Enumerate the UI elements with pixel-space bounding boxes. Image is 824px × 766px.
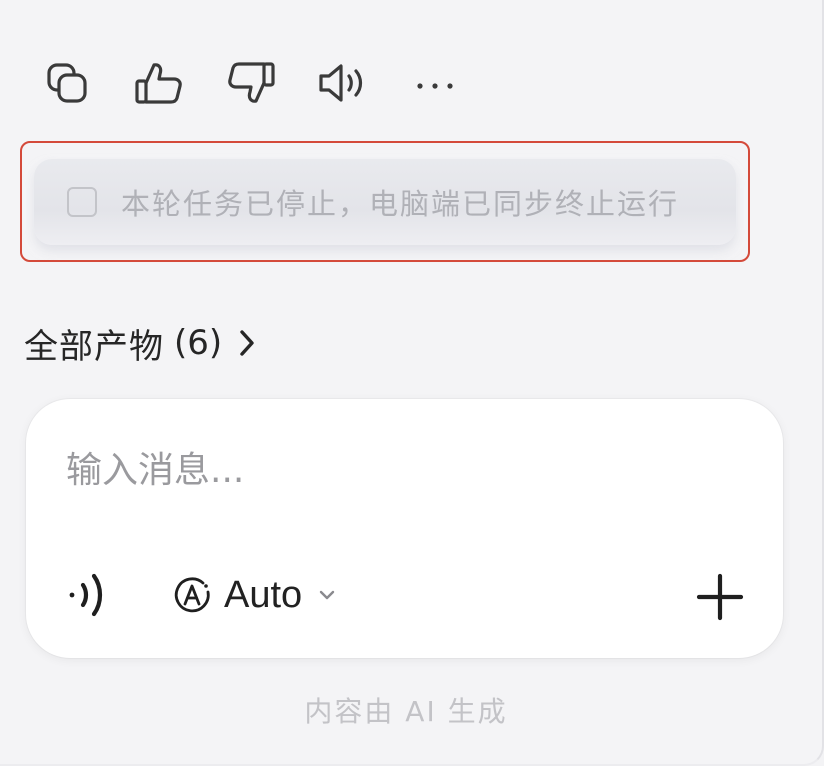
model-mode-selector[interactable]: Auto (172, 569, 336, 621)
chevron-down-icon (318, 589, 336, 601)
message-input[interactable] (66, 441, 726, 499)
add-attachment-button[interactable] (692, 569, 748, 625)
voice-wave-icon (69, 573, 103, 617)
read-aloud-button[interactable] (316, 56, 370, 110)
all-artifacts-link[interactable]: 全部产物 (6) (24, 318, 256, 368)
thumbs-down-icon (228, 62, 275, 103)
message-composer: Auto (26, 399, 783, 658)
like-button[interactable] (132, 56, 186, 110)
stop-square-icon (67, 187, 97, 217)
voice-input-button[interactable] (62, 569, 114, 621)
message-actions (40, 56, 500, 110)
plus-icon (696, 573, 744, 621)
artifacts-count: (6) (174, 323, 223, 363)
thumbs-up-icon (135, 63, 182, 104)
auto-mode-icon (174, 577, 210, 613)
task-status-banner: 本轮任务已停止，电脑端已同步终止运行 (34, 159, 736, 245)
copy-button[interactable] (40, 56, 94, 110)
dislike-button[interactable] (224, 56, 278, 110)
chat-panel: 本轮任务已停止，电脑端已同步终止运行 全部产物 (6) 输入消息... Auto… (0, 0, 824, 766)
ai-generated-disclaimer: 内容由 AI 生成 (304, 695, 508, 728)
chevron-right-icon (238, 328, 256, 358)
mode-label: Auto (224, 573, 303, 616)
task-status-text: 本轮任务已停止，电脑端已同步终止运行 (121, 187, 680, 221)
speaker-icon (319, 64, 363, 102)
more-icon (417, 83, 453, 89)
copy-icon (47, 63, 87, 103)
artifacts-label: 全部产物 (24, 326, 164, 367)
more-button[interactable] (408, 56, 462, 110)
